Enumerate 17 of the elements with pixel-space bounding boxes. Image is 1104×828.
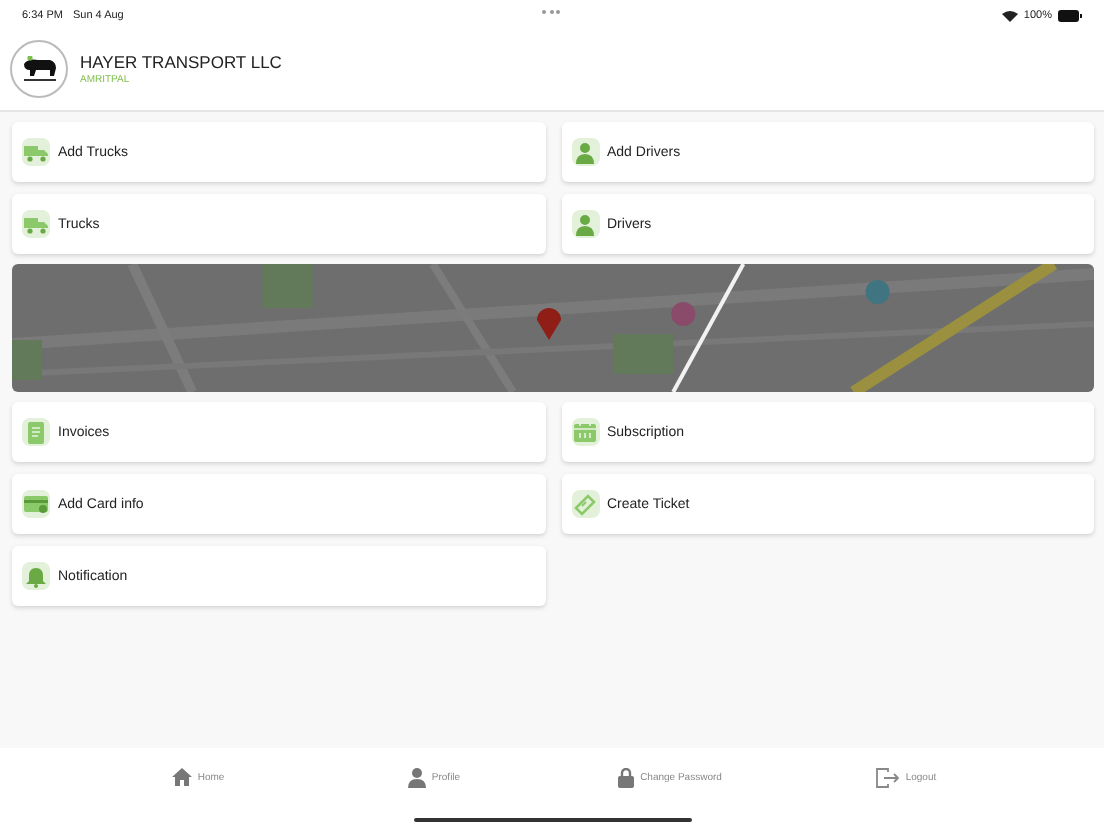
company-logo xyxy=(10,39,68,97)
truck-icon xyxy=(22,138,50,166)
person-icon xyxy=(571,138,599,166)
bell-icon xyxy=(22,562,50,590)
person-icon xyxy=(571,210,599,238)
calendar-icon xyxy=(571,418,599,446)
wifi-icon xyxy=(1001,9,1018,21)
document-icon xyxy=(22,418,50,446)
company-name: HAYER TRANSPORT LLC xyxy=(80,51,282,71)
truck-icon xyxy=(22,210,50,238)
ticket-icon xyxy=(571,490,599,518)
home-icon xyxy=(171,768,192,786)
credit-card-icon xyxy=(22,490,50,518)
battery-icon xyxy=(1058,9,1082,21)
logout-icon xyxy=(875,768,900,788)
person-icon xyxy=(407,768,426,788)
lock-icon xyxy=(618,768,635,788)
